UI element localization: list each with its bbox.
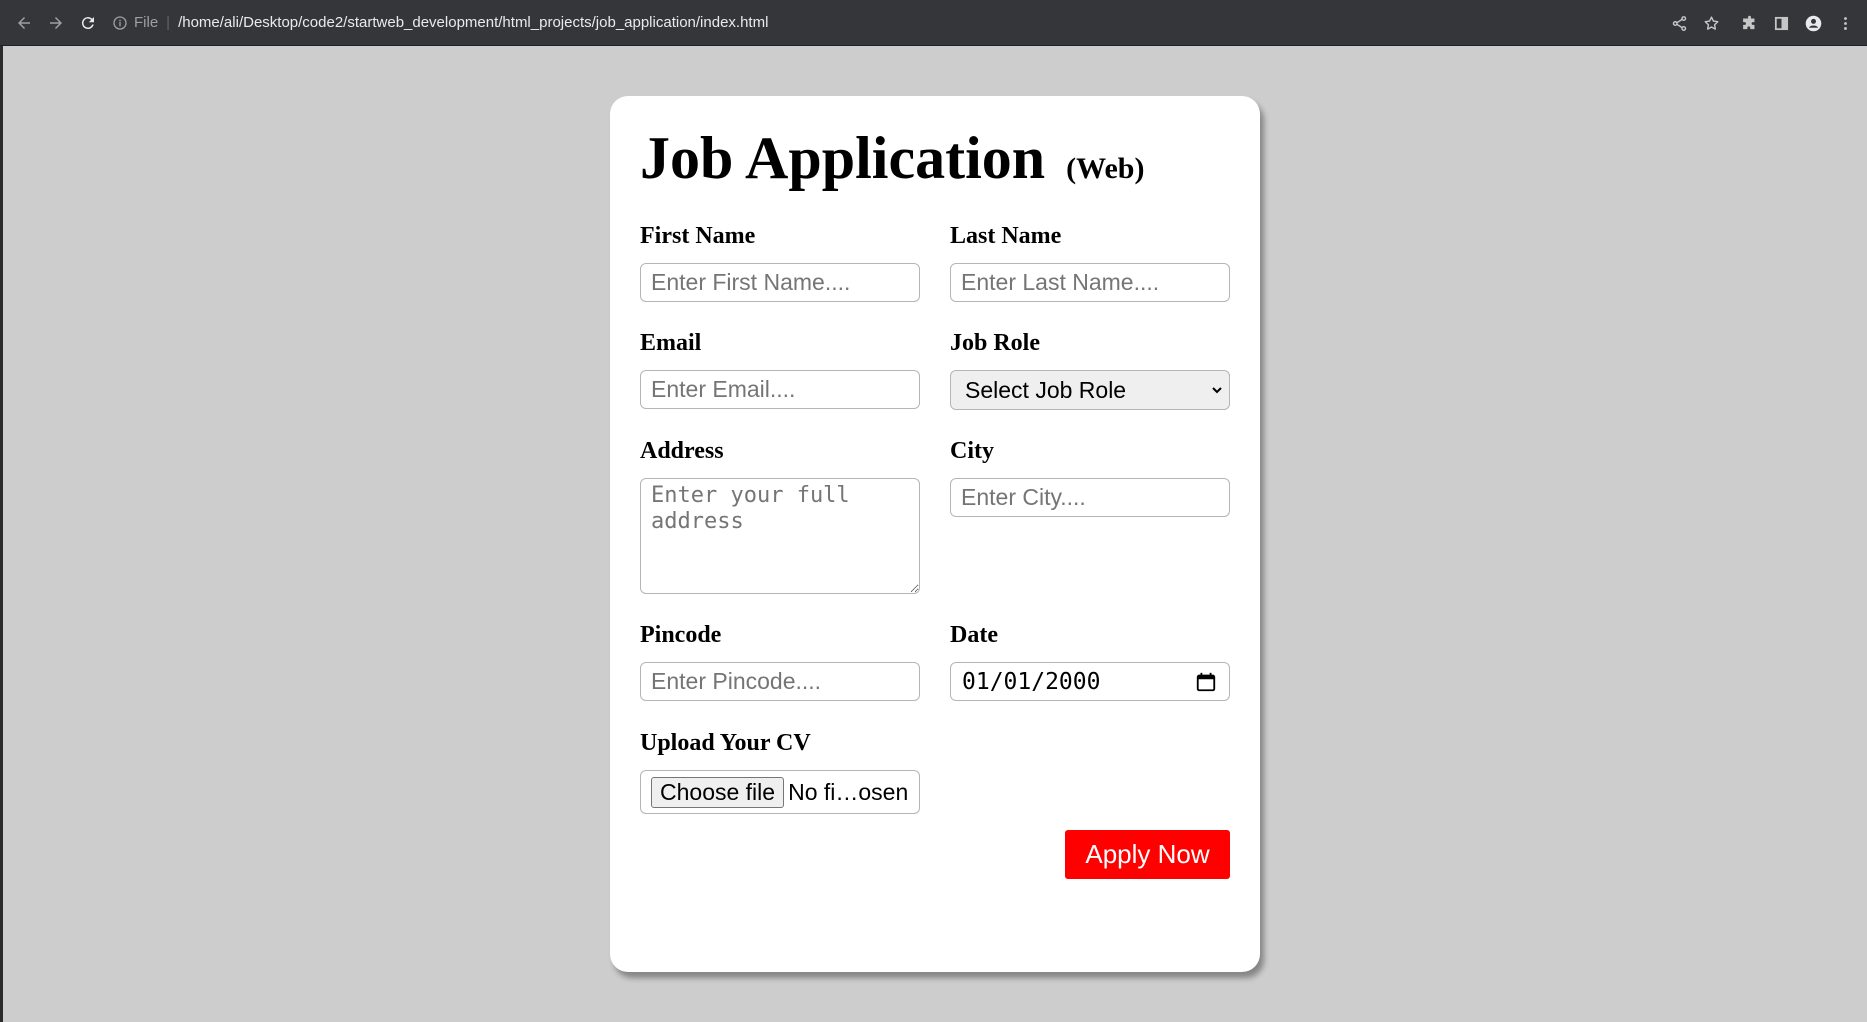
job-role-select[interactable]: Select Job Role (950, 370, 1230, 410)
address-field: Address (640, 436, 920, 594)
info-icon[interactable] (112, 15, 128, 31)
cv-file-input[interactable]: Choose file No fi…osen (640, 770, 920, 814)
first-name-field: First Name (640, 221, 920, 302)
file-status-text: No fi…osen (788, 778, 909, 805)
share-icon[interactable] (1663, 7, 1695, 39)
pincode-label: Pincode (640, 622, 722, 648)
choose-file-button[interactable]: Choose file (651, 776, 785, 808)
window-left-edge (0, 46, 3, 1022)
email-field: Email (640, 328, 920, 409)
date-input[interactable]: 01/01/2000 (950, 662, 1230, 701)
first-name-input[interactable] (640, 263, 920, 302)
last-name-label: Last Name (950, 223, 1062, 249)
pincode-input[interactable] (640, 662, 920, 701)
cv-label: Upload Your CV (640, 730, 811, 756)
date-value: 01/01/2000 (962, 668, 1101, 695)
bookmark-star-icon[interactable] (1695, 7, 1727, 39)
url-separator: | (166, 14, 171, 31)
browser-toolbar: File | /home/ali/Desktop/code2/startweb_… (0, 0, 1867, 46)
page-title: Job Application (Web) (640, 124, 1144, 203)
profile-avatar-icon[interactable] (1797, 7, 1829, 39)
job-role-field: Job Role Select Job Role (950, 328, 1230, 410)
chevron-down-icon (1212, 387, 1222, 394)
pincode-field: Pincode (640, 620, 920, 701)
city-input[interactable] (950, 478, 1230, 517)
extensions-puzzle-icon[interactable] (1733, 7, 1765, 39)
forward-icon[interactable] (40, 7, 72, 39)
last-name-field: Last Name (950, 221, 1230, 302)
apply-now-button[interactable]: Apply Now (1065, 830, 1230, 879)
date-field: Date 01/01/2000 (950, 620, 1230, 701)
url-text[interactable]: /home/ali/Desktop/code2/startweb_develop… (178, 14, 768, 31)
job-application-card: Job Application (Web) First Name Last Na… (610, 96, 1260, 972)
file-scheme-label: File (134, 14, 159, 31)
job-role-selected-value: Select Job Role (965, 376, 1127, 403)
back-icon[interactable] (8, 7, 40, 39)
address-bar[interactable]: File | /home/ali/Desktop/code2/startweb_… (112, 7, 768, 39)
last-name-input[interactable] (950, 263, 1230, 302)
cv-upload-field: Upload Your CV Choose file No fi…osen (640, 728, 920, 814)
title-subtitle: (Web) (1066, 152, 1145, 185)
address-label: Address (640, 438, 724, 464)
city-field: City (950, 436, 1230, 517)
email-label: Email (640, 330, 702, 356)
date-label: Date (950, 622, 998, 648)
calendar-icon[interactable] (1195, 671, 1217, 693)
address-textarea[interactable] (640, 478, 920, 594)
city-label: City (950, 438, 994, 464)
email-input[interactable] (640, 370, 920, 409)
reload-icon[interactable] (72, 7, 104, 39)
side-panel-icon[interactable] (1765, 7, 1797, 39)
job-role-label: Job Role (950, 330, 1040, 356)
first-name-label: First Name (640, 223, 756, 249)
title-text: Job Application (640, 125, 1046, 191)
kebab-menu-icon[interactable] (1829, 7, 1861, 39)
